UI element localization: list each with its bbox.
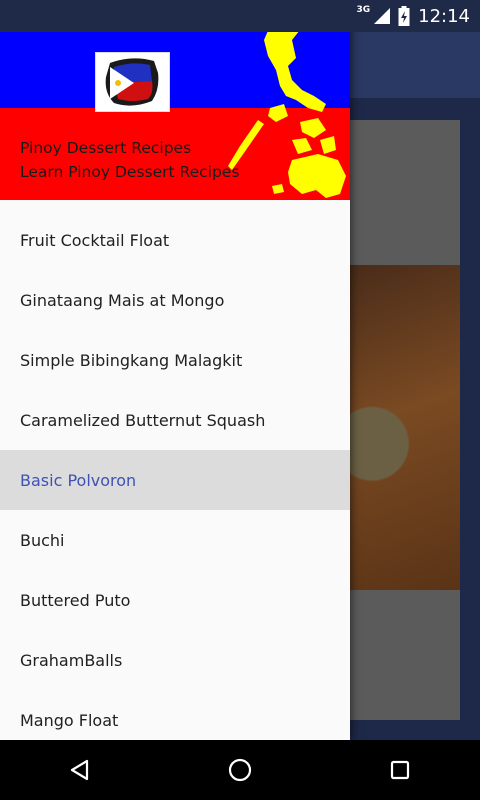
background-recipe-photo xyxy=(350,265,460,590)
status-icons: 3G 12:14 xyxy=(356,0,470,32)
menu-item-buchi[interactable]: Buchi xyxy=(0,510,350,570)
menu-item-simple-bibingkang-malagkit[interactable]: Simple Bibingkang Malagkit xyxy=(0,330,350,390)
battery-icon xyxy=(398,6,410,26)
network-type-label: 3G xyxy=(356,5,371,15)
menu-item-fruit-cocktail-float[interactable]: Fruit Cocktail Float xyxy=(0,210,350,270)
home-circle-icon xyxy=(228,758,252,782)
status-bar: 3G 12:14 xyxy=(0,0,480,32)
drawer-title: Pinoy Dessert Recipes xyxy=(20,139,192,157)
drawer-header-text: Pinoy Dessert Recipes Learn Pinoy Desser… xyxy=(20,136,239,184)
recents-square-icon xyxy=(390,760,410,780)
menu-item-ginataang-mais-at-mongo[interactable]: Ginataang Mais at Mongo xyxy=(0,270,350,330)
signal-icon xyxy=(374,8,391,24)
drawer-subtitle: Learn Pinoy Dessert Recipes xyxy=(20,163,240,181)
menu-item-caramelized-butternut-squash[interactable]: Caramelized Butternut Squash xyxy=(0,390,350,450)
recipe-menu-list: Fruit Cocktail Float Ginataang Mais at M… xyxy=(0,200,350,740)
status-time: 12:14 xyxy=(418,5,470,27)
menu-item-grahamballs[interactable]: GrahamBalls xyxy=(0,630,350,690)
back-button[interactable] xyxy=(50,740,110,800)
app-logo xyxy=(95,52,170,112)
menu-item-buttered-puto[interactable]: Buttered Puto xyxy=(0,570,350,630)
recents-button[interactable] xyxy=(370,740,430,800)
navigation-drawer: Pinoy Dessert Recipes Learn Pinoy Desser… xyxy=(0,0,350,740)
system-navigation-bar xyxy=(0,740,480,800)
home-button[interactable] xyxy=(210,740,270,800)
menu-item-basic-polvoron[interactable]: Basic Polvoron xyxy=(0,450,350,510)
menu-item-mango-float[interactable]: Mango Float xyxy=(0,690,350,740)
flag-fist-logo-icon xyxy=(105,58,159,106)
back-triangle-icon xyxy=(70,759,89,781)
